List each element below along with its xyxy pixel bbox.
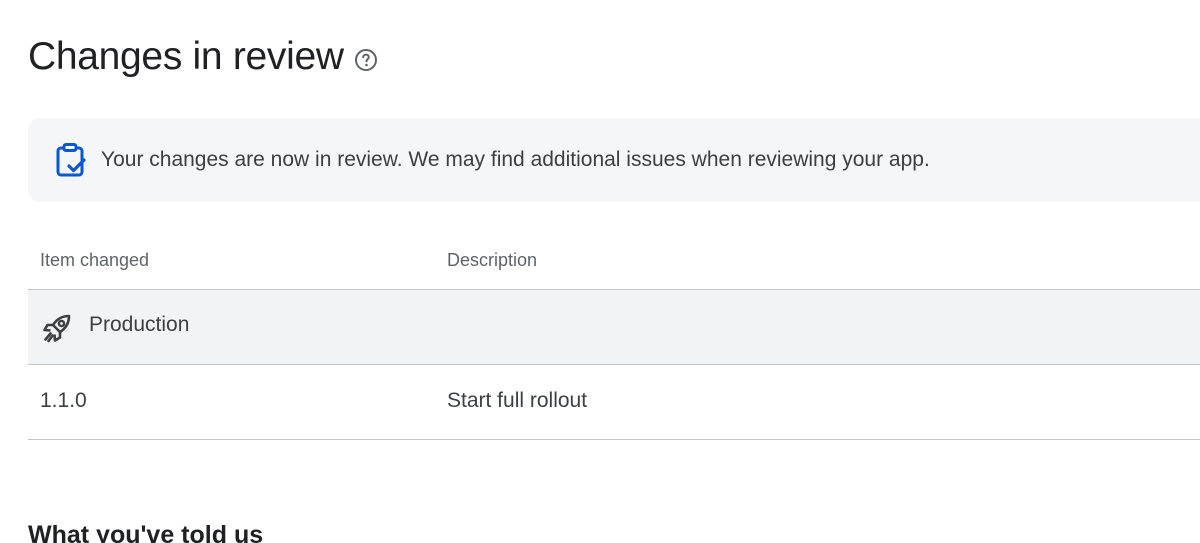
column-header-description: Description [447, 250, 538, 270]
table-row[interactable]: 1.1.0 Start full rollout [28, 365, 1200, 440]
review-status-banner: Your changes are now in review. We may f… [28, 118, 1200, 202]
cell-item-changed: 1.1.0 [40, 389, 87, 412]
table-header: Item changed Description [28, 232, 1200, 290]
column-header-item-changed: Item changed [40, 250, 150, 270]
rocket-icon [41, 311, 75, 345]
group-label-production: Production [89, 313, 190, 336]
title-row: Changes in review [28, 30, 378, 84]
section-heading-what-youve-told-us: What you've told us [28, 521, 264, 543]
clipboard-check-icon [54, 142, 88, 178]
group-row-production: Production [28, 290, 1200, 365]
page-title: Changes in review [28, 35, 344, 78]
cell-description: Start full rollout [447, 389, 588, 412]
help-circle-icon[interactable] [354, 48, 378, 72]
changes-table: Item changed Description Production 1.1.… [28, 232, 1200, 440]
changes-in-review-page: Changes in review Your changes are now i… [0, 0, 1200, 543]
banner-message: Your changes are now in review. We may f… [101, 148, 930, 171]
